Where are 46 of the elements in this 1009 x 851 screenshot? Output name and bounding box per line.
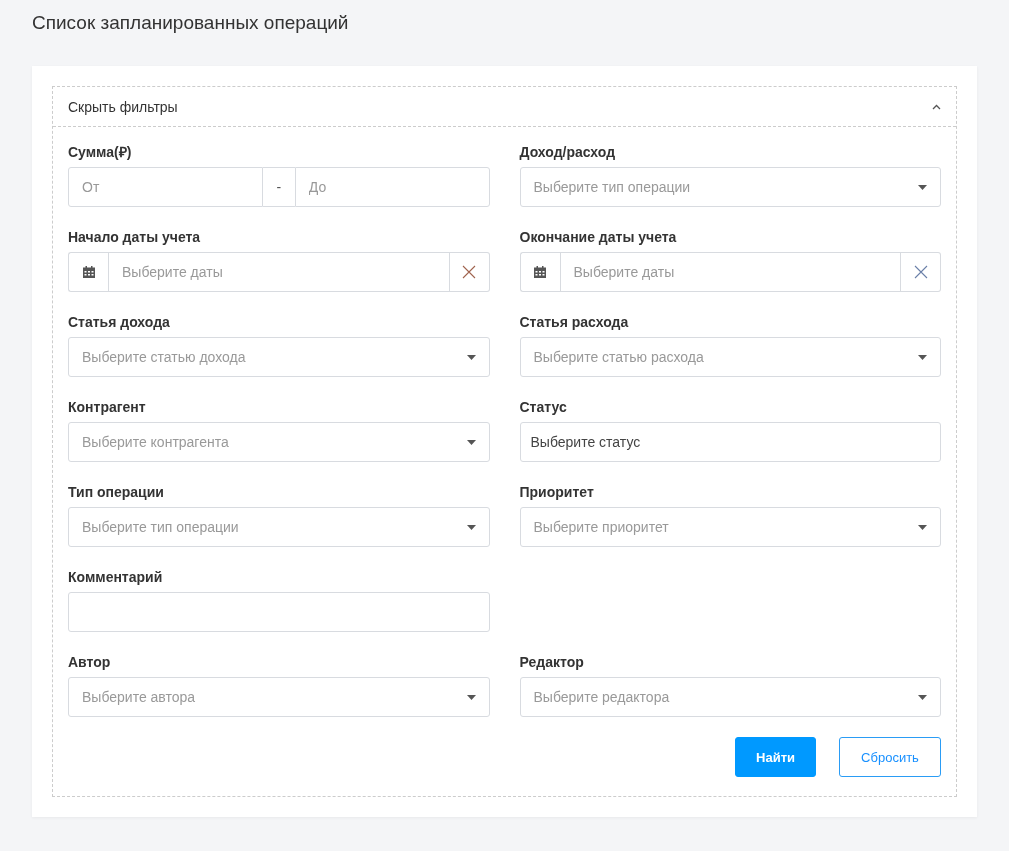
select-field[interactable]: Выберите автора: [68, 677, 490, 717]
page-title: Список запланированных операций: [32, 12, 350, 34]
select-field[interactable]: Выберите контрагента: [68, 422, 490, 462]
status-field[interactable]: Выберите статус: [519, 422, 941, 462]
range-separator: -: [262, 167, 295, 207]
field-label: Комментарий: [68, 569, 164, 585]
field-label: Статус: [519, 399, 568, 415]
field-label: Приоритет: [519, 484, 595, 500]
chevron-icon: [932, 103, 941, 110]
dropdown-caret-icon: [918, 354, 927, 360]
field-label: Тип операции: [68, 484, 165, 500]
select-field[interactable]: Выберите статью дохода: [68, 337, 490, 377]
select-field[interactable]: Выберите статью расхода: [519, 337, 941, 377]
field-label: Редактор: [519, 654, 585, 670]
select-field[interactable]: Выберите приоритет: [519, 507, 941, 547]
search-button[interactable]: Найти: [735, 737, 816, 777]
date-field[interactable]: Выберите даты: [108, 252, 450, 292]
field-label: Сумма(₽): [68, 144, 133, 160]
date-field[interactable]: Выберите даты: [559, 252, 901, 292]
calendar-icon: [82, 266, 95, 278]
clear-button[interactable]: [901, 252, 941, 292]
field-label: Статья дохода: [68, 314, 171, 330]
field-label: Начало даты учета: [68, 229, 202, 245]
dropdown-caret-icon: [918, 694, 927, 700]
dropdown-caret-icon: [466, 354, 476, 360]
dropdown-caret-icon: [918, 184, 927, 190]
select-field[interactable]: Выберите тип операции: [519, 167, 941, 207]
select-field[interactable]: Выберите редактора: [519, 677, 941, 717]
field-label: Окончание даты учета: [519, 229, 678, 245]
calendar-icon: [534, 266, 546, 278]
dropdown-caret-icon: [466, 524, 476, 530]
dropdown-caret-icon: [466, 694, 476, 700]
select-field[interactable]: Выберите тип операции: [68, 507, 490, 547]
close-icon: [913, 265, 928, 279]
comment-field[interactable]: [68, 592, 490, 632]
range-from-field[interactable]: От: [68, 167, 263, 207]
field-label: Автор: [68, 654, 112, 670]
field-label: Доход/расход: [519, 144, 617, 160]
field-label: Контрагент: [68, 399, 147, 415]
dropdown-caret-icon: [466, 439, 476, 445]
range-to-field[interactable]: До: [294, 167, 490, 207]
reset-button[interactable]: Сбросить: [839, 737, 941, 777]
field-label: Статья расхода: [519, 314, 630, 330]
dropdown-caret-icon: [918, 524, 927, 530]
clear-button[interactable]: [449, 252, 490, 292]
close-icon: [462, 265, 476, 279]
